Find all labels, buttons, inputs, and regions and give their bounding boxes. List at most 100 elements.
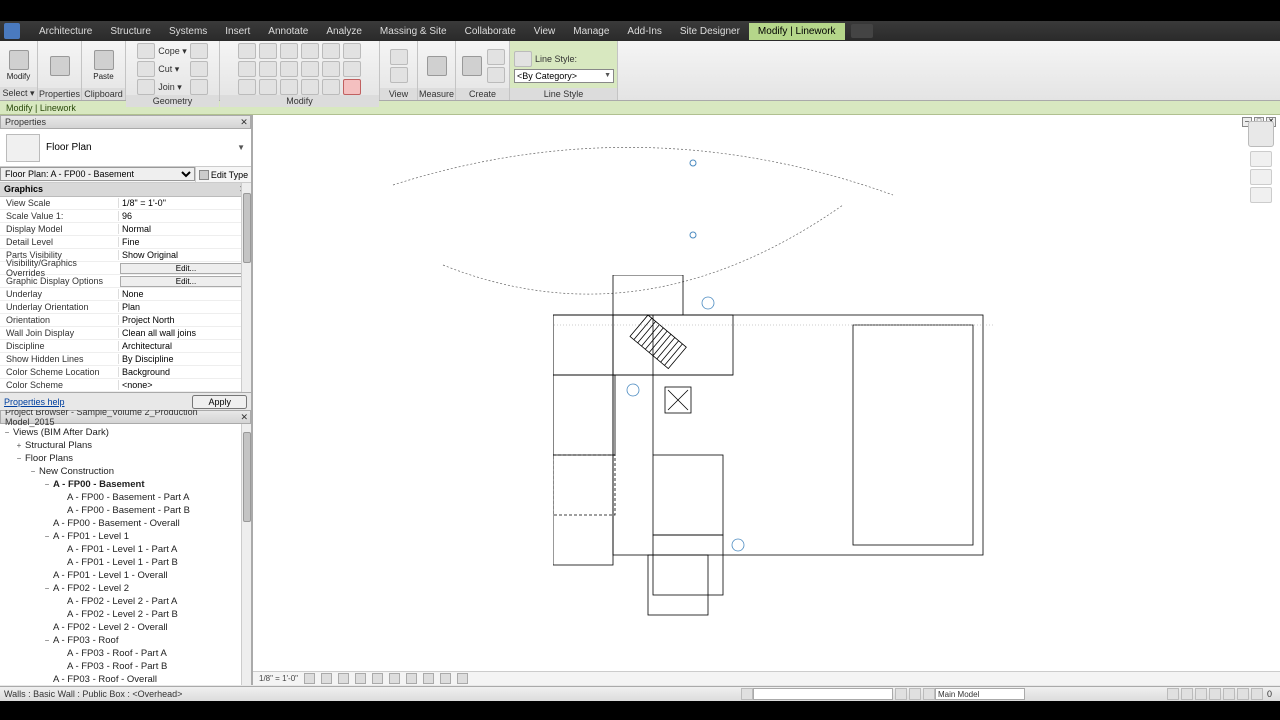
modify-tool[interactable] [301, 79, 319, 95]
join-button[interactable]: Join ▾ [137, 79, 187, 95]
status-icon[interactable] [895, 688, 907, 700]
tab-analyze[interactable]: Analyze [317, 23, 371, 40]
tree-node[interactable]: A - FP03 - Roof - Overall [0, 673, 251, 685]
geom-tool[interactable] [190, 61, 208, 77]
modify-tool[interactable] [238, 43, 256, 59]
view-cube[interactable] [1248, 121, 1274, 147]
tree-node[interactable]: A - FP02 - Level 2 - Overall [0, 621, 251, 634]
prop-row[interactable]: Color Scheme LocationBackground [0, 366, 251, 379]
nav-button[interactable] [1250, 151, 1272, 167]
tree-node[interactable]: A - FP03 - Roof - Part A [0, 647, 251, 660]
modify-tool[interactable] [280, 61, 298, 77]
status-icon[interactable] [909, 688, 921, 700]
prop-value[interactable]: <none> [118, 380, 251, 390]
cope-button[interactable]: Cope ▾ [137, 43, 187, 59]
modify-tool-button[interactable]: Modify [4, 45, 33, 85]
tab-annotate[interactable]: Annotate [259, 23, 317, 40]
tree-node[interactable]: −A - FP02 - Level 2 [0, 582, 251, 595]
prop-row[interactable]: Visibility/Graphics OverridesEdit... [0, 262, 251, 275]
viewbar-button[interactable] [440, 673, 451, 684]
tab-insert[interactable]: Insert [216, 23, 259, 40]
tree-node[interactable]: A - FP03 - Roof - Part B [0, 660, 251, 673]
tree-node[interactable]: A - FP00 - Basement - Part A [0, 491, 251, 504]
paste-button[interactable]: Paste [88, 46, 120, 86]
tree-node[interactable]: A - FP01 - Level 1 - Overall [0, 569, 251, 582]
modify-tool[interactable] [280, 79, 298, 95]
scrollbar[interactable] [241, 424, 251, 685]
prop-row[interactable]: View Scale1/8" = 1'-0" [0, 197, 251, 210]
status-icon[interactable] [1209, 688, 1221, 700]
tab-architecture[interactable]: Architecture [30, 23, 101, 40]
prop-row[interactable]: Display ModelNormal [0, 223, 251, 236]
cut-geom-button[interactable]: Cut ▾ [137, 61, 187, 77]
nav-button[interactable] [1250, 169, 1272, 185]
properties-button[interactable] [44, 46, 76, 86]
expand-icon[interactable]: − [42, 480, 52, 489]
prop-row[interactable]: Graphic Display OptionsEdit... [0, 275, 251, 288]
tree-node[interactable]: A - FP01 - Level 1 - Part A [0, 543, 251, 556]
viewbar-button[interactable] [406, 673, 417, 684]
viewbar-button[interactable] [355, 673, 366, 684]
workset-field[interactable] [753, 688, 893, 700]
prop-value[interactable]: Background [118, 367, 251, 377]
modify-tool[interactable] [301, 61, 319, 77]
modify-tool[interactable] [301, 43, 319, 59]
instance-selector[interactable]: Floor Plan: A - FP00 - Basement [0, 167, 195, 181]
viewbar-button[interactable] [304, 673, 315, 684]
tab-systems[interactable]: Systems [160, 23, 216, 40]
status-icon[interactable] [1195, 688, 1207, 700]
tree-node[interactable]: −A - FP03 - Roof [0, 634, 251, 647]
prop-row[interactable]: Wall Join DisplayClean all wall joins [0, 327, 251, 340]
prop-value[interactable]: By Discipline [118, 354, 251, 364]
tree-node[interactable]: A - FP02 - Level 2 - Part B [0, 608, 251, 621]
geom-tool[interactable] [190, 79, 208, 95]
tab-add-ins[interactable]: Add-Ins [618, 23, 670, 40]
prop-value[interactable]: 1/8" = 1'-0" [118, 198, 251, 208]
modify-tool[interactable] [259, 43, 277, 59]
prop-value[interactable]: Show Original [118, 250, 251, 260]
modify-tool[interactable] [343, 61, 361, 77]
prop-row[interactable]: UnderlayNone [0, 288, 251, 301]
tree-node[interactable]: −Floor Plans [0, 452, 251, 465]
prop-value[interactable]: None [118, 289, 251, 299]
tree-node[interactable]: A - FP02 - Level 2 - Part A [0, 595, 251, 608]
tab-collaborate[interactable]: Collaborate [456, 23, 525, 40]
tab-structure[interactable]: Structure [101, 23, 160, 40]
prop-row[interactable]: Detail LevelFine [0, 236, 251, 249]
tab-view[interactable]: View [525, 23, 565, 40]
viewbar-button[interactable] [321, 673, 332, 684]
modify-tool[interactable] [238, 79, 256, 95]
apply-button[interactable]: Apply [192, 395, 247, 409]
type-selector[interactable]: Floor Plan ▼ [0, 129, 251, 167]
prop-category[interactable]: Graphics✕ [0, 183, 251, 197]
prop-value[interactable]: Fine [118, 237, 251, 247]
status-icon[interactable] [1167, 688, 1179, 700]
ribbon-cap[interactable] [851, 24, 873, 38]
tree-node[interactable]: A - FP00 - Basement - Part B [0, 504, 251, 517]
expand-icon[interactable]: − [28, 467, 38, 476]
modify-tool[interactable] [259, 79, 277, 95]
status-icon[interactable] [1237, 688, 1249, 700]
properties-help-link[interactable]: Properties help [4, 397, 65, 407]
modify-tool[interactable] [322, 61, 340, 77]
app-icon[interactable] [4, 23, 20, 39]
tree-node[interactable]: +Structural Plans [0, 439, 251, 452]
prop-row[interactable]: DisciplineArchitectural [0, 340, 251, 353]
measure-button[interactable] [422, 46, 451, 86]
status-icon[interactable] [741, 688, 753, 700]
filter-icon[interactable] [1251, 688, 1263, 700]
view-tool[interactable] [390, 49, 408, 65]
nav-button[interactable] [1250, 187, 1272, 203]
group-select-label[interactable]: Select ▾ [0, 87, 37, 100]
viewbar-button[interactable] [372, 673, 383, 684]
expand-icon[interactable]: − [42, 584, 52, 593]
tab-site-designer[interactable]: Site Designer [671, 23, 749, 40]
browser-header[interactable]: Project Browser - Sample_Volume 2_Produc… [0, 410, 251, 424]
modify-tool[interactable] [322, 79, 340, 95]
prop-value[interactable]: Normal [118, 224, 251, 234]
prop-value[interactable]: 96 [118, 211, 251, 221]
linestyle-dropdown[interactable]: <By Category>▼ [514, 69, 614, 83]
tree-node[interactable]: −Views (BIM After Dark) [0, 426, 251, 439]
tab-modify-linework[interactable]: Modify | Linework [749, 23, 845, 40]
view-tool[interactable] [390, 67, 408, 83]
